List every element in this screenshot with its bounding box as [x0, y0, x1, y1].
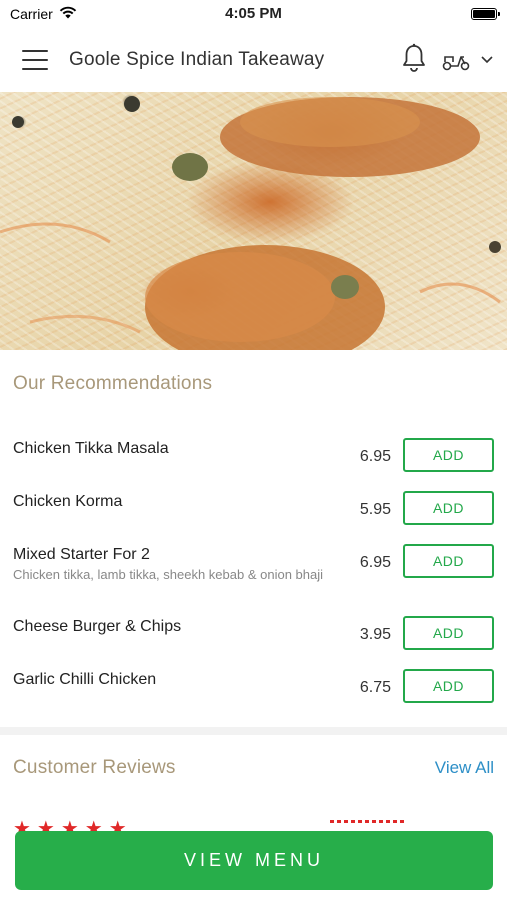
item-name: Mixed Starter For 2 [13, 546, 150, 563]
review-preview: ★★★★★ [0, 812, 507, 832]
status-bar: Carrier [0, 0, 507, 28]
item-price: 5.95 [359, 501, 391, 518]
add-button[interactable]: ADD [403, 438, 494, 472]
item-name: Chicken Korma [13, 493, 123, 510]
hero-food-image [0, 92, 507, 350]
item-price: 6.75 [359, 679, 391, 696]
item-name: Cheese Burger & Chips [13, 618, 182, 635]
view-all-link[interactable]: View All [435, 758, 494, 778]
bell-icon[interactable] [401, 43, 427, 78]
item-price: 6.95 [359, 448, 391, 465]
add-button[interactable]: ADD [403, 544, 494, 578]
star-rating-icon: ★★★★★ [13, 818, 133, 832]
header-actions [401, 43, 493, 78]
add-button[interactable]: ADD [403, 616, 494, 650]
item-name: Chicken Tikka Masala [13, 440, 169, 457]
add-button[interactable]: ADD [403, 669, 494, 703]
hamburger-menu-icon[interactable] [22, 50, 48, 70]
section-divider [0, 727, 507, 735]
item-price: 6.95 [359, 554, 391, 571]
item-name: Garlic Chilli Chicken [13, 671, 157, 688]
item-description: Chicken tikka, lamb tikka, sheekh kebab … [13, 567, 324, 582]
status-left: Carrier [10, 6, 77, 22]
page-title: Goole Spice Indian Takeaway [69, 49, 325, 70]
add-button[interactable]: ADD [403, 491, 494, 525]
wifi-icon [59, 6, 77, 22]
carrier-label: Carrier [10, 6, 53, 22]
app-header: Goole Spice Indian Takeaway [0, 28, 507, 92]
scooter-icon[interactable] [441, 48, 493, 72]
view-menu-button[interactable]: VIEW MENU [15, 831, 493, 890]
review-date-fragment [330, 820, 405, 823]
item-price: 3.95 [359, 626, 391, 643]
chevron-down-icon[interactable] [481, 56, 493, 64]
recommendations-title: Our Recommendations [13, 373, 213, 394]
battery-icon [471, 8, 500, 20]
reviews-title: Customer Reviews [13, 757, 176, 778]
